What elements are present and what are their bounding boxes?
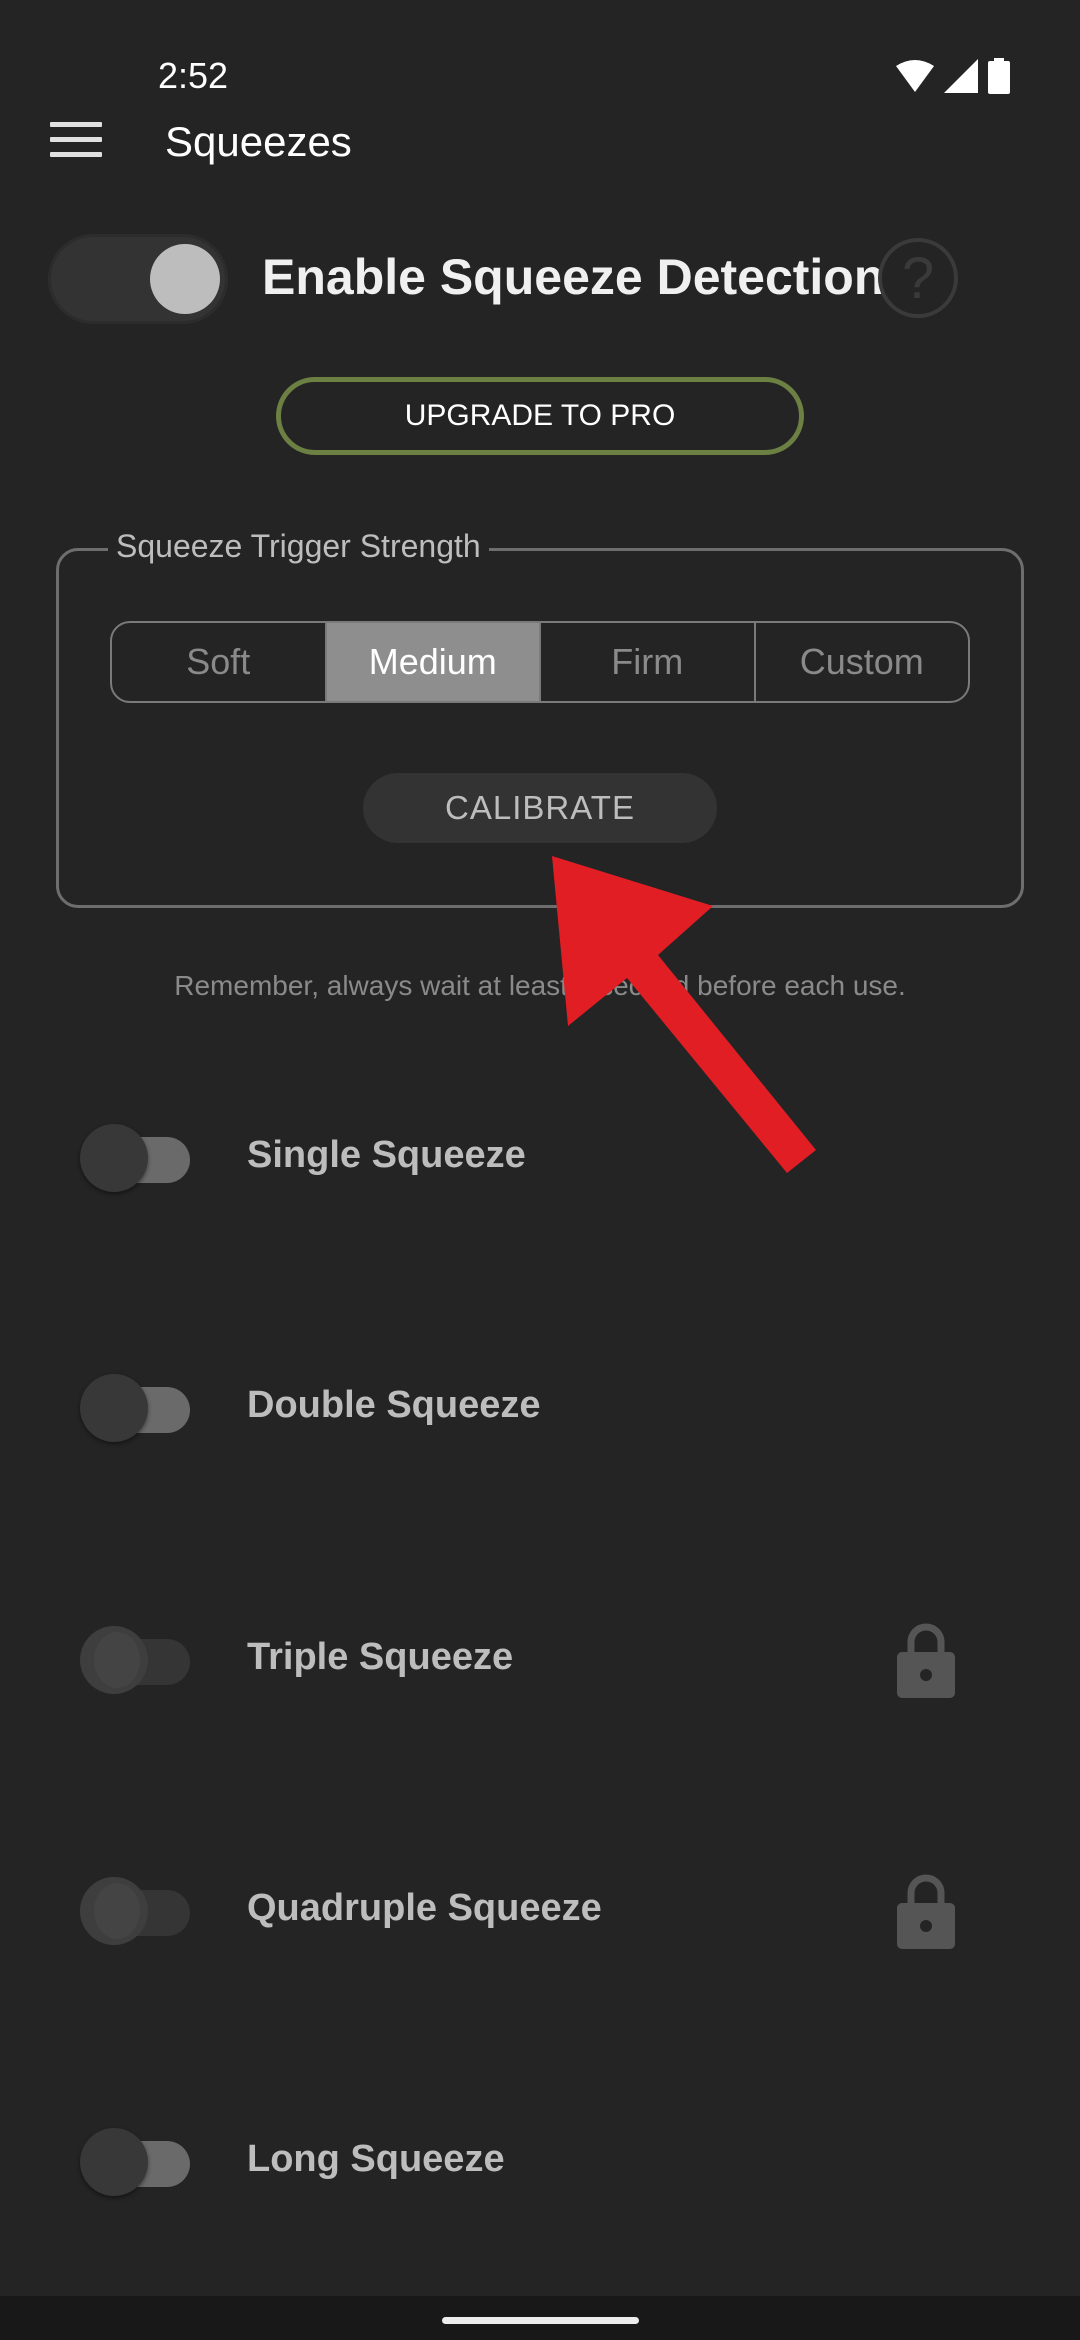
- lock-icon: [897, 1623, 955, 1698]
- help-glyph: ?: [901, 245, 935, 311]
- cell-signal-icon: [944, 59, 978, 93]
- hamburger-menu-icon[interactable]: [50, 122, 102, 162]
- strength-option-soft[interactable]: Soft: [112, 623, 327, 701]
- help-icon[interactable]: ?: [878, 238, 958, 318]
- single-squeeze-toggle[interactable]: [80, 1124, 192, 1192]
- triple-squeeze-toggle[interactable]: [80, 1626, 192, 1694]
- usage-hint: Remember, always wait at least 1 second …: [174, 970, 906, 1001]
- home-gesture-handle[interactable]: [442, 2317, 639, 2324]
- quadruple-squeeze-toggle[interactable]: [80, 1877, 192, 1945]
- quadruple-squeeze-label: Quadruple Squeeze: [247, 1887, 602, 1929]
- single-squeeze-label: Single Squeeze: [247, 1134, 526, 1176]
- strength-option-firm[interactable]: Firm: [541, 623, 756, 701]
- battery-icon: [988, 58, 1010, 94]
- long-squeeze-label: Long Squeeze: [247, 2138, 505, 2180]
- lock-icon: [897, 1874, 955, 1949]
- enable-squeeze-detection-label: Enable Squeeze Detection: [262, 249, 885, 305]
- upgrade-to-pro-button[interactable]: UPGRADE TO PRO: [276, 377, 804, 455]
- page-title: Squeezes: [165, 118, 352, 165]
- trigger-strength-selector: Soft Medium Firm Custom: [110, 621, 970, 703]
- status-icons: [896, 58, 1010, 94]
- trigger-strength-legend: Squeeze Trigger Strength: [108, 528, 489, 565]
- enable-squeeze-detection-switch[interactable]: [48, 234, 228, 324]
- wifi-icon: [896, 60, 934, 92]
- strength-option-custom[interactable]: Custom: [756, 623, 969, 701]
- triple-squeeze-label: Triple Squeeze: [247, 1636, 514, 1678]
- strength-option-medium[interactable]: Medium: [326, 623, 541, 701]
- status-time: 2:52: [158, 55, 229, 96]
- switch-knob: [150, 244, 220, 314]
- trigger-strength-group: [56, 548, 1024, 908]
- calibrate-button[interactable]: CALIBRATE: [363, 773, 717, 843]
- long-squeeze-toggle[interactable]: [80, 2128, 192, 2196]
- double-squeeze-label: Double Squeeze: [247, 1384, 541, 1426]
- double-squeeze-toggle[interactable]: [80, 1374, 192, 1442]
